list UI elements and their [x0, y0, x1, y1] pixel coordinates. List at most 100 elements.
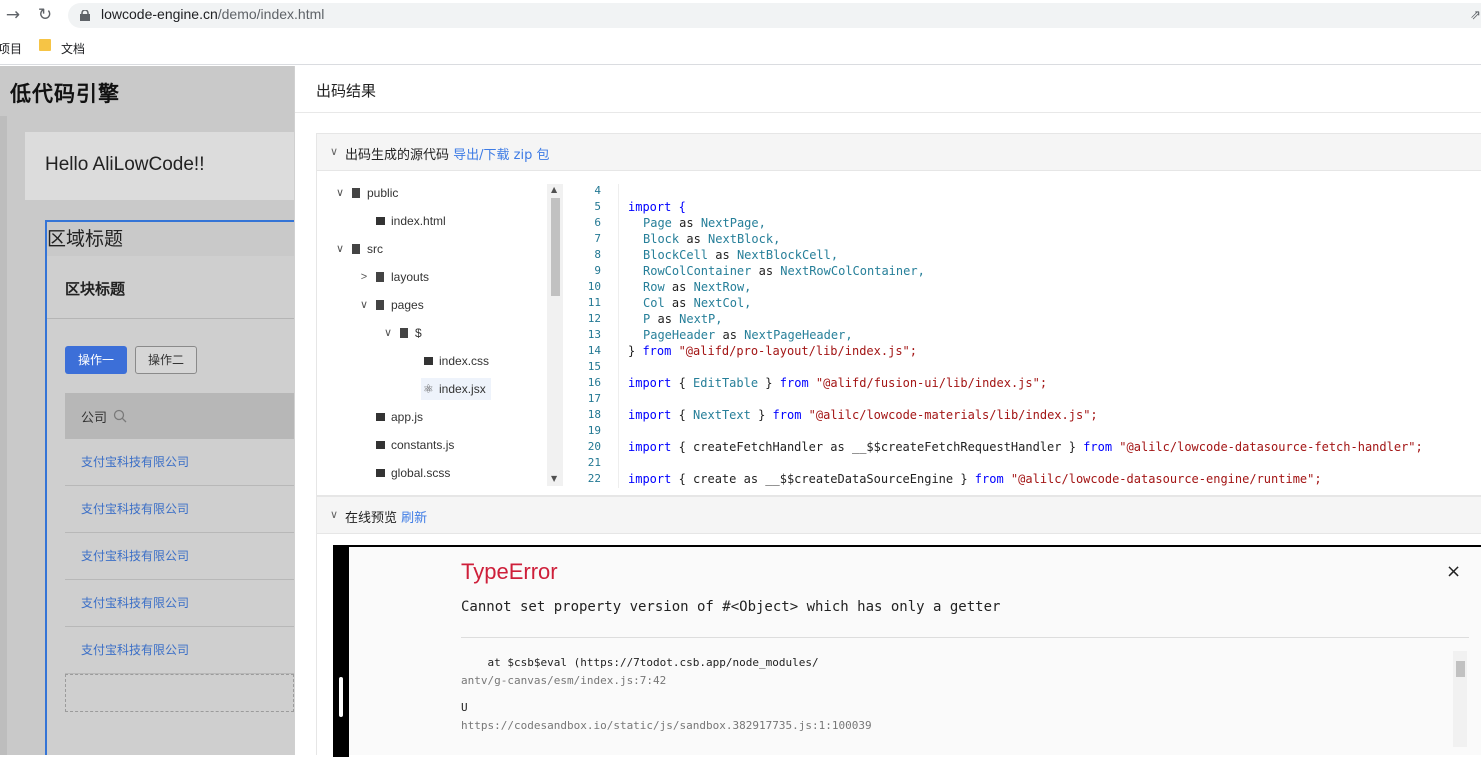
- file-icon: [424, 357, 433, 365]
- tree-file-index-jsx[interactable]: ⚛ index.jsx: [421, 378, 491, 400]
- scroll-thumb[interactable]: [1456, 661, 1465, 677]
- drop-placeholder: [65, 674, 294, 712]
- line-number: 10: [587, 280, 601, 293]
- hello-text: Hello AliLowCode!!: [45, 154, 205, 175]
- stack-frame-location[interactable]: https://codesandbox.io/static/js/sandbox…: [461, 719, 872, 732]
- share-icon[interactable]: ⇗: [1470, 8, 1481, 23]
- react-icon: ⚛: [423, 382, 434, 396]
- line-number: 4: [594, 184, 601, 197]
- line-number: 21: [587, 456, 601, 469]
- chevron-down-icon[interactable]: ∨: [330, 145, 338, 158]
- line-number: 18: [587, 408, 601, 421]
- file-icon: [376, 217, 385, 225]
- company-link[interactable]: 支付宝科技有限公司: [81, 641, 189, 658]
- error-scrollbar[interactable]: [1453, 651, 1467, 747]
- search-icon[interactable]: [113, 409, 127, 423]
- resize-handle[interactable]: [339, 677, 343, 717]
- region-title: 区域标题: [47, 228, 124, 250]
- preview-panel-header[interactable]: ∨ 在线预览 刷新: [317, 497, 1481, 534]
- folder-icon: [39, 39, 51, 51]
- table-row: 支付宝科技有限公司: [65, 627, 294, 674]
- scroll-thumb[interactable]: [551, 198, 560, 296]
- scroll-up-icon[interactable]: ▲: [551, 185, 557, 194]
- company-column-header: 公司: [81, 411, 108, 426]
- folder-icon: [376, 272, 384, 282]
- file-icon: [376, 469, 385, 477]
- lowcode-canvas: 低代码引擎 Hello AliLowCode!! 区域标题 区块标题 操作一 操…: [0, 66, 294, 755]
- table-header: 公司: [65, 393, 294, 439]
- scroll-down-icon[interactable]: ▼: [551, 474, 557, 483]
- chevron-down-icon: ∨: [335, 243, 345, 255]
- code-line: import { NextText } from "@alilc/lowcode…: [628, 408, 1098, 422]
- file-icon: [376, 413, 385, 421]
- table-row: 支付宝科技有限公司: [65, 486, 294, 533]
- chevron-down-icon[interactable]: ∨: [330, 508, 338, 521]
- line-number: 9: [594, 264, 601, 277]
- file-tree: ∨ public index.html ∨ src > layouts ∨ pages …: [318, 172, 561, 488]
- table-row: 支付宝科技有限公司: [65, 533, 294, 580]
- tree-scrollbar[interactable]: ▲ ▼: [547, 184, 563, 486]
- company-link[interactable]: 支付宝科技有限公司: [81, 547, 189, 564]
- line-number: 17: [587, 392, 601, 405]
- preview-sidebar: [333, 547, 349, 757]
- folder-icon: [352, 188, 360, 198]
- code-line: Block as NextBlock,: [643, 232, 781, 246]
- line-number: 15: [587, 360, 601, 373]
- source-panel-title: 出码生成的源代码 导出/下载 zip 包: [345, 148, 550, 163]
- line-number: 22: [587, 472, 601, 485]
- line-number: 8: [594, 248, 601, 261]
- chevron-down-icon: ∨: [359, 299, 369, 311]
- preview-frame: TypeError Cannot set property version of…: [333, 545, 1481, 757]
- reload-icon[interactable]: ↻: [34, 4, 56, 26]
- stack-frame-location[interactable]: antv/g-canvas/esm/index.js:7:42: [461, 674, 666, 687]
- stack-frame: U: [461, 701, 468, 714]
- source-code-panel: ∨ 出码生成的源代码 导出/下载 zip 包 ∨ public index.htm…: [316, 133, 1481, 496]
- code-line: BlockCell as NextBlockCell,: [643, 248, 839, 262]
- bookmark-docs[interactable]: 文档: [61, 40, 85, 57]
- forward-icon[interactable]: →: [2, 4, 24, 26]
- left-strip: [0, 116, 7, 755]
- divider: [461, 637, 1469, 638]
- line-number: 7: [594, 232, 601, 245]
- divider: [47, 318, 294, 319]
- region-container[interactable]: 区域标题 区块标题 操作一 操作二 公司 支付宝科技有限公司 支付宝科技有限公司…: [45, 220, 294, 755]
- code-line: import {: [628, 200, 686, 214]
- source-panel-header[interactable]: ∨ 出码生成的源代码 导出/下载 zip 包: [317, 134, 1481, 171]
- chevron-right-icon: >: [360, 271, 368, 283]
- folder-icon: [400, 328, 408, 338]
- line-number: 6: [594, 216, 601, 229]
- preview-panel-title: 在线预览 刷新: [345, 511, 428, 526]
- close-icon[interactable]: ×: [1446, 561, 1461, 582]
- line-number: 12: [587, 312, 601, 325]
- block-container: 区块标题 操作一 操作二 公司 支付宝科技有限公司 支付宝科技有限公司 支付宝科…: [47, 256, 294, 755]
- code-line: Row as NextRow,: [643, 280, 752, 294]
- code-line: Col as NextCol,: [643, 296, 752, 310]
- company-link[interactable]: 支付宝科技有限公司: [81, 453, 189, 470]
- action-one-button[interactable]: 操作一: [65, 346, 127, 374]
- address-bar[interactable]: lowcode-engine.cn/demo/index.html ⇗: [68, 3, 1481, 28]
- line-number: 13: [587, 328, 601, 341]
- lock-icon: [80, 10, 90, 21]
- code-line: P as NextP,: [643, 312, 723, 326]
- line-number: 11: [587, 296, 601, 309]
- code-line: } from "@alifd/pro-layout/lib/index.js";: [628, 344, 917, 358]
- file-icon: [376, 441, 385, 449]
- bookmark-projects[interactable]: 项目: [0, 40, 22, 57]
- line-number: 5: [594, 200, 601, 213]
- url-text: lowcode-engine.cn/demo/index.html: [101, 6, 325, 22]
- company-link[interactable]: 支付宝科技有限公司: [81, 500, 189, 517]
- code-line: import { EditTable } from "@alifd/fusion…: [628, 376, 1048, 390]
- code-line: import { create as __$$createDataSourceE…: [628, 472, 1322, 486]
- action-two-button[interactable]: 操作二: [135, 346, 197, 374]
- company-link[interactable]: 支付宝科技有限公司: [81, 594, 189, 611]
- drawer-title: 出码结果: [316, 82, 377, 100]
- code-editor[interactable]: 4 5 6 7 8 9 10 11 12 13 14 15 16 17 18 1…: [565, 184, 1481, 488]
- block-title: 区块标题: [65, 280, 126, 298]
- bookmarks-bar: 项目 文档: [0, 32, 1481, 65]
- export-zip-link[interactable]: 导出/下载 zip 包: [453, 148, 549, 163]
- chevron-down-icon: ∨: [335, 187, 345, 199]
- drawer-header: 出码结果: [295, 66, 1481, 113]
- refresh-link[interactable]: 刷新: [401, 511, 427, 526]
- error-title: TypeError: [461, 559, 558, 584]
- error-message: Cannot set property version of #<Object>…: [461, 599, 1001, 615]
